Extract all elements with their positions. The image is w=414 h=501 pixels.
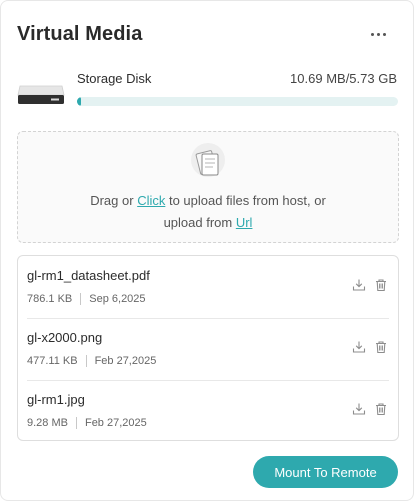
- trash-icon[interactable]: [374, 278, 388, 292]
- trash-icon[interactable]: [374, 340, 388, 354]
- panel-title: Virtual Media: [17, 23, 143, 45]
- documents-icon: [191, 143, 225, 177]
- file-size: 786.1 KB: [27, 293, 73, 305]
- url-upload-link[interactable]: Url: [236, 215, 253, 230]
- storage-progress-bar: [77, 97, 398, 106]
- file-item: gl-rm1_datasheet.pdf 786.1 KB Sep 6,2025: [18, 256, 398, 318]
- file-name: gl-rm1.jpg: [27, 392, 85, 407]
- file-date: Feb 27,2025: [94, 355, 157, 367]
- virtual-media-panel: Virtual Media Storage Disk 10.69 MB/5.73…: [0, 0, 414, 501]
- file-item: gl-rm1.jpg 9.28 MB Feb 27,2025: [18, 380, 398, 442]
- file-list: gl-rm1_datasheet.pdf 786.1 KB Sep 6,2025 …: [17, 255, 399, 441]
- file-name: gl-x2000.png: [27, 330, 103, 345]
- storage-usage: 10.69 MB/5.73 GB: [290, 71, 397, 86]
- storage-label: Storage Disk: [77, 71, 152, 86]
- download-icon[interactable]: [352, 340, 366, 354]
- file-meta: 477.11 KB Feb 27,2025: [27, 355, 156, 367]
- hard-disk-icon: [17, 85, 65, 104]
- file-date: Sep 6,2025: [89, 293, 146, 305]
- more-dots-icon[interactable]: [367, 23, 389, 45]
- storage-section: Storage Disk 10.69 MB/5.73 GB: [17, 69, 399, 109]
- upload-instructions: Drag or Click to upload files from host,…: [90, 193, 326, 230]
- file-size: 9.28 MB: [27, 417, 68, 429]
- mount-to-remote-button[interactable]: Mount To Remote: [253, 456, 398, 488]
- file-date: Feb 27,2025: [84, 417, 147, 429]
- upload-dropzone[interactable]: Drag or Click to upload files from host,…: [17, 131, 399, 243]
- download-icon[interactable]: [352, 278, 366, 292]
- file-size: 477.11 KB: [27, 355, 78, 367]
- trash-icon[interactable]: [374, 402, 388, 416]
- file-item: gl-x2000.png 477.11 KB Feb 27,2025: [18, 318, 398, 380]
- download-icon[interactable]: [352, 402, 366, 416]
- storage-progress-fill: [77, 97, 81, 106]
- click-upload-link[interactable]: Click: [137, 193, 165, 208]
- file-meta: 9.28 MB Feb 27,2025: [27, 417, 147, 429]
- file-meta: 786.1 KB Sep 6,2025: [27, 293, 146, 305]
- file-name: gl-rm1_datasheet.pdf: [27, 268, 150, 283]
